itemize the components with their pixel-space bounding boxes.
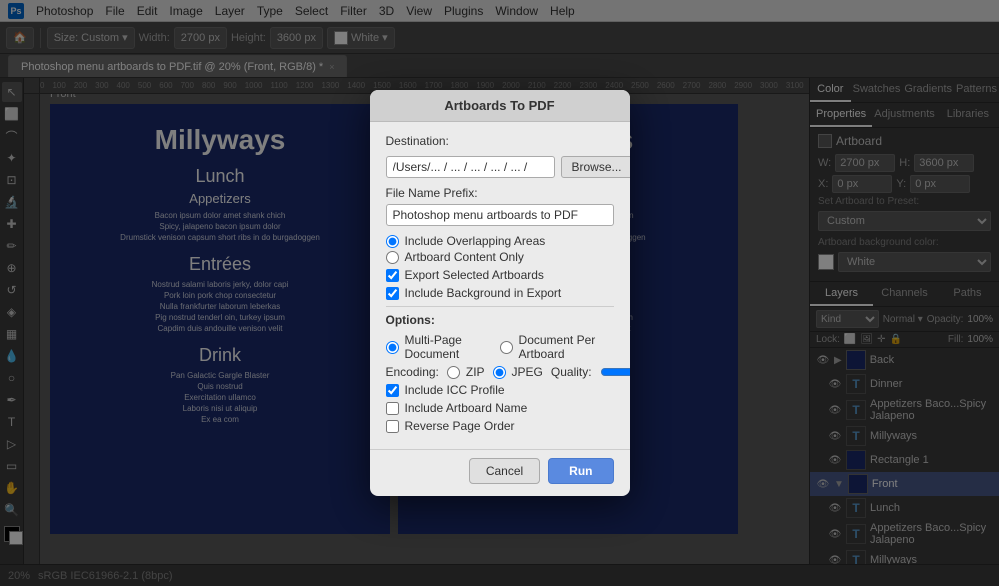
doc-per-artboard-row: Document Per Artboard (500, 333, 614, 361)
quality-label: Quality: (551, 365, 592, 379)
include-background-row: Include Background in Export (386, 286, 614, 300)
multi-page-row: Multi-Page Document (386, 333, 492, 361)
reverse-page-order-row: Reverse Page Order (386, 419, 614, 433)
dialog-footer: Cancel Run (370, 449, 630, 496)
zip-row: ZIP (447, 365, 485, 379)
reverse-page-order-label: Reverse Page Order (405, 419, 515, 433)
artboard-content-row: Artboard Content Only (386, 250, 614, 264)
artboard-content-radio[interactable] (386, 251, 399, 264)
export-selected-label: Export Selected Artboards (405, 268, 544, 282)
encoding-row: Encoding: ZIP JPEG Quality: 8 (386, 365, 614, 379)
include-icc-row: Include ICC Profile (386, 383, 614, 397)
multi-page-label: Multi-Page Document (405, 333, 492, 361)
dialog-body: Destination: Browse... File Name Prefix:… (370, 122, 630, 449)
browse-button[interactable]: Browse... (561, 156, 630, 178)
include-overlapping-radio[interactable] (386, 235, 399, 248)
encoding-label: Encoding: (386, 365, 439, 379)
include-icc-label: Include ICC Profile (405, 383, 505, 397)
reverse-page-order-checkbox[interactable] (386, 420, 399, 433)
zip-label: ZIP (466, 365, 485, 379)
destination-label: Destination: (386, 134, 466, 148)
export-selected-row: Export Selected Artboards (386, 268, 614, 282)
include-artboard-name-label: Include Artboard Name (405, 401, 528, 415)
export-selected-checkbox[interactable] (386, 269, 399, 282)
include-overlapping-row: Include Overlapping Areas (386, 234, 614, 248)
destination-input[interactable] (386, 156, 555, 178)
dialog-overlay: Artboards To PDF Destination: Browse... … (0, 0, 999, 586)
include-artboard-name-checkbox[interactable] (386, 402, 399, 415)
prefix-label-row: File Name Prefix: (386, 186, 614, 200)
doc-per-artboard-radio[interactable] (500, 341, 513, 354)
include-overlapping-label: Include Overlapping Areas (405, 234, 546, 248)
options-section-label: Options: (386, 313, 614, 327)
options-row: Multi-Page Document Document Per Artboar… (386, 333, 614, 361)
prefix-input[interactable] (386, 204, 614, 226)
divider (386, 306, 614, 307)
jpeg-label: JPEG (512, 365, 543, 379)
quality-slider[interactable] (600, 365, 630, 379)
doc-per-artboard-label: Document Per Artboard (519, 333, 614, 361)
include-background-checkbox[interactable] (386, 287, 399, 300)
cancel-button[interactable]: Cancel (469, 458, 540, 484)
run-button[interactable]: Run (548, 458, 613, 484)
include-background-label: Include Background in Export (405, 286, 562, 300)
artboards-to-pdf-dialog: Artboards To PDF Destination: Browse... … (370, 90, 630, 496)
zip-radio[interactable] (447, 366, 460, 379)
include-icc-checkbox[interactable] (386, 384, 399, 397)
artboard-content-label: Artboard Content Only (405, 250, 524, 264)
multi-page-radio[interactable] (386, 341, 399, 354)
jpeg-row: JPEG (493, 365, 543, 379)
dialog-title: Artboards To PDF (370, 90, 630, 122)
jpeg-radio[interactable] (493, 366, 506, 379)
destination-row: Destination: (386, 134, 614, 148)
radio-group: Include Overlapping Areas Artboard Conte… (386, 234, 614, 264)
destination-input-row: Browse... (386, 156, 614, 178)
prefix-label: File Name Prefix: (386, 186, 478, 200)
include-artboard-name-row: Include Artboard Name (386, 401, 614, 415)
